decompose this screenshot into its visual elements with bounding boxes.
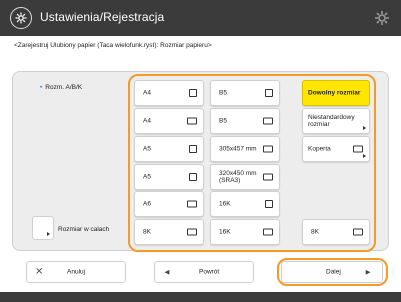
settings-register-icon: [10, 7, 32, 29]
nonstandard-size-button[interactable]: Niestandardowy rozmiar: [302, 108, 370, 134]
back-button[interactable]: ◄ Powrót: [154, 261, 254, 283]
size-a6-button[interactable]: A6: [134, 191, 204, 217]
size-b5-landscape-button[interactable]: B5: [210, 108, 280, 134]
next-button[interactable]: Dalej ►: [281, 261, 383, 283]
size-a5-portrait-button[interactable]: A5: [134, 164, 204, 190]
portrait-page-icon: [265, 200, 273, 208]
group-label: • Rozm. A/B/K: [40, 84, 83, 91]
size-16k-landscape-button[interactable]: 16K: [210, 219, 280, 245]
size-a5-button[interactable]: A5: [134, 136, 204, 162]
landscape-page-icon: [353, 228, 363, 236]
close-icon: ✕: [35, 266, 44, 278]
size-16k-portrait-button[interactable]: 16K: [210, 191, 280, 217]
size-b5-portrait-button[interactable]: B5: [210, 80, 280, 106]
inch-size-label: Rozmiar w calach: [58, 226, 110, 233]
title-bar: Ustawienia/Rejestracja: [0, 0, 401, 36]
portrait-page-icon: [189, 145, 197, 153]
bottom-bar: [0, 292, 401, 302]
landscape-page-icon: [263, 145, 273, 153]
portrait-page-icon: [189, 173, 197, 181]
landscape-page-icon: [263, 173, 273, 181]
size-a4-portrait-button[interactable]: A4: [134, 80, 204, 106]
size-8k-button[interactable]: 8K: [134, 219, 204, 245]
arrow-left-icon: ◄: [163, 267, 171, 277]
size-a4-landscape-button[interactable]: A4: [134, 108, 204, 134]
chevron-right-icon: [363, 154, 366, 158]
landscape-page-icon: [187, 228, 197, 236]
page-title: Ustawienia/Rejestracja: [40, 10, 165, 24]
inch-size-button[interactable]: [32, 216, 54, 240]
portrait-page-icon: [265, 89, 273, 97]
chevron-right-icon: [363, 126, 366, 130]
landscape-page-icon: [263, 228, 273, 236]
size-sra3-button[interactable]: 320x450 mm (SRA3): [210, 164, 280, 190]
landscape-page-icon: [263, 117, 273, 125]
size-8k-right-button[interactable]: 8K: [302, 219, 370, 245]
size-305x457-button[interactable]: 305x457 mm: [210, 136, 280, 162]
arrow-right-icon: ►: [364, 267, 372, 277]
gear-icon[interactable]: [373, 9, 391, 27]
portrait-page-icon: [189, 89, 197, 97]
breadcrumb: <Zarejestruj Ulubiony papier (Taca wielo…: [14, 42, 212, 49]
chevron-right-icon: [47, 232, 50, 236]
envelope-icon: [353, 145, 363, 153]
landscape-page-icon: [187, 117, 197, 125]
envelope-button[interactable]: Koperta: [302, 136, 370, 162]
cancel-button[interactable]: ✕ Anuluj: [26, 261, 126, 283]
landscape-page-icon: [187, 200, 197, 208]
any-size-button[interactable]: Dowolny rozmiar: [302, 80, 370, 106]
